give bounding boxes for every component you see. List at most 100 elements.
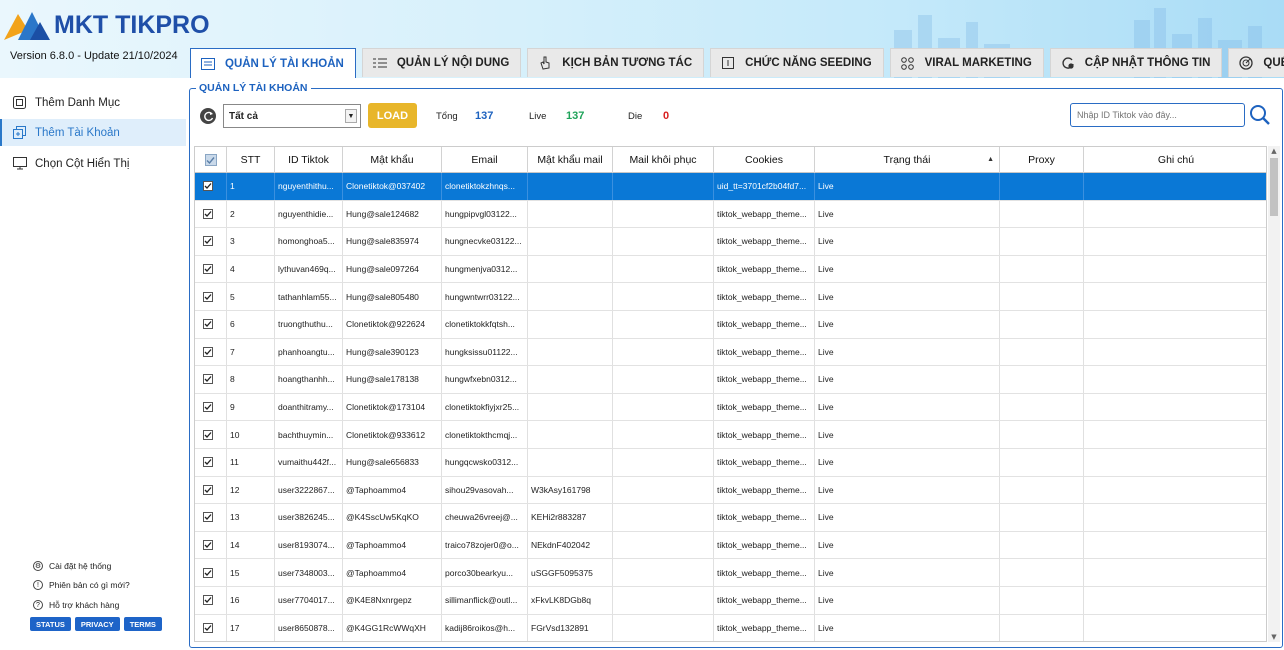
row-checkbox[interactable] xyxy=(203,457,213,468)
chevron-down-icon[interactable]: ▼ xyxy=(345,109,357,123)
cell-checkbox[interactable] xyxy=(195,173,227,200)
row-checkbox[interactable] xyxy=(203,236,213,247)
sidebar-item-add-category[interactable]: Thêm Danh Mục xyxy=(0,89,186,116)
tab-viral-marketing[interactable]: VIRAL MARKETING xyxy=(889,48,1044,77)
cell-checkbox[interactable] xyxy=(195,283,227,310)
header-mail-password[interactable]: Mật khẩu mail xyxy=(528,147,613,173)
sidebar-item-choose-columns[interactable]: Chọn Cột Hiển Thị xyxy=(0,150,186,177)
table-scrollbar[interactable]: ▲ ▼ xyxy=(1268,146,1280,642)
header-stt[interactable]: STT xyxy=(227,147,275,173)
header-id-tiktok[interactable]: ID Tiktok xyxy=(275,147,343,173)
table-row[interactable]: 10 bachthuymin... Clonetiktok@933612 clonet… xyxy=(195,421,1266,449)
tab-update-info[interactable]: CẬP NHẬT THÔNG TIN xyxy=(1049,48,1223,77)
cell-recovery-mail xyxy=(613,449,714,476)
row-checkbox[interactable] xyxy=(203,319,213,330)
search-icon[interactable] xyxy=(1249,104,1271,126)
viral-icon xyxy=(900,55,916,71)
row-checkbox[interactable] xyxy=(203,540,213,551)
checkmark-icon xyxy=(204,404,212,411)
select-all-checkbox[interactable] xyxy=(204,154,217,166)
tab-content-management[interactable]: QUẢN LÝ NỘI DUNG xyxy=(361,48,522,77)
privacy-button[interactable]: PRIVACY xyxy=(74,617,120,631)
table-row[interactable]: 11 vumaithu442f... Hung@sale656833 hungqcws… xyxy=(195,449,1266,477)
status-button[interactable]: STATUS xyxy=(30,617,71,631)
tab-seeding[interactable]: CHỨC NĂNG SEEDING xyxy=(710,48,884,77)
load-button[interactable]: LOAD xyxy=(368,103,417,128)
cell-checkbox[interactable] xyxy=(195,559,227,586)
row-checkbox[interactable] xyxy=(203,429,213,440)
row-checkbox[interactable] xyxy=(203,484,213,495)
row-checkbox[interactable] xyxy=(203,291,213,302)
table-row[interactable]: 6 truongthuthu... Clonetiktok@922624 clonet… xyxy=(195,311,1266,339)
cell-checkbox[interactable] xyxy=(195,476,227,504)
row-checkbox[interactable] xyxy=(203,374,213,385)
table-row[interactable]: 5 tathanhlam55... Hung@sale805480 hungwntwr… xyxy=(195,283,1266,311)
table-row[interactable]: 3 homonghoa5... Hung@sale835974 hungnecvke0… xyxy=(195,228,1266,256)
tab-account-management[interactable]: QUẢN LÝ TÀI KHOẢN xyxy=(190,48,356,78)
header-notes[interactable]: Ghi chú xyxy=(1084,147,1266,173)
row-checkbox[interactable] xyxy=(203,595,213,606)
cell-checkbox[interactable] xyxy=(195,366,227,393)
row-checkbox[interactable] xyxy=(203,512,213,523)
category-select[interactable]: Tất cả ▼ xyxy=(223,104,361,128)
info-icon: ! xyxy=(33,580,43,590)
table-row[interactable]: 8 hoangthanhh... Hung@sale178138 hungwfxebn… xyxy=(195,366,1266,394)
row-checkbox[interactable] xyxy=(203,208,213,219)
scrollbar-thumb[interactable] xyxy=(1270,158,1278,216)
cell-checkbox[interactable] xyxy=(195,449,227,476)
table-row[interactable]: 17 user8650878... @K4GG1RcWWqXH kadij86roik… xyxy=(195,614,1266,641)
table-row[interactable]: 9 doanthitramy... Clonetiktok@173104 clonet… xyxy=(195,393,1266,422)
refresh-button[interactable] xyxy=(200,108,216,124)
header-cookies[interactable]: Cookies xyxy=(714,147,815,173)
scroll-up-icon[interactable]: ▲ xyxy=(1268,146,1280,156)
table-row[interactable]: 12 user3222867... @Taphoammo4 sihou29vasova… xyxy=(195,476,1266,505)
table-row[interactable]: 4 lythuvan469q... Hung@sale097264 hungmenjv… xyxy=(195,255,1266,284)
table-row[interactable]: 7 phanhoangtu... Hung@sale390123 hungksissu… xyxy=(195,338,1266,367)
header-proxy[interactable]: Proxy xyxy=(1000,147,1084,173)
row-checkbox[interactable] xyxy=(203,567,213,578)
header-status[interactable]: Trạng thái ▲ xyxy=(815,147,1000,173)
cell-checkbox[interactable] xyxy=(195,614,227,641)
table-row[interactable]: 2 nguyenthidie... Hung@sale124682 hungpipvg… xyxy=(195,200,1266,229)
tab-scan-data[interactable]: QUÉT DỮ LIỆU xyxy=(1228,48,1284,77)
row-checkbox[interactable] xyxy=(203,181,213,192)
cell-checkbox[interactable] xyxy=(195,255,227,283)
footer-link-whats-new[interactable]: ! Phiên bản có gì mới? xyxy=(33,580,130,590)
header-password[interactable]: Mật khẩu xyxy=(343,147,442,173)
cell-checkbox[interactable] xyxy=(195,200,227,228)
table-row[interactable]: 14 user8193074... @Taphoammo4 traico78zojer… xyxy=(195,531,1266,560)
tab-interaction-script[interactable]: KỊCH BẢN TƯƠNG TÁC xyxy=(527,48,705,77)
cell-checkbox[interactable] xyxy=(195,393,227,421)
row-checkbox[interactable] xyxy=(203,264,213,275)
footer-link-support[interactable]: ? Hỗ trợ khách hàng xyxy=(33,600,119,610)
cell-checkbox[interactable] xyxy=(195,421,227,448)
row-checkbox[interactable] xyxy=(203,622,213,633)
cell-checkbox[interactable] xyxy=(195,338,227,366)
cell-email: hungnecvke03122... xyxy=(442,228,528,255)
tiktok-id-search-input[interactable] xyxy=(1070,103,1245,127)
sidebar-item-add-account[interactable]: Thêm Tài Khoản xyxy=(0,119,186,146)
row-checkbox[interactable] xyxy=(203,402,213,413)
table-row[interactable]: 16 user7704017... @K4E8Nxnrgepz sillimanfli… xyxy=(195,587,1266,615)
cell-checkbox[interactable] xyxy=(195,587,227,614)
cell-email: kadij86roikos@h... xyxy=(442,614,528,641)
cell-checkbox[interactable] xyxy=(195,311,227,338)
row-checkbox[interactable] xyxy=(203,346,213,357)
table-row[interactable]: 13 user3826245... @K4SscUw5KqKO cheuwa26vre… xyxy=(195,504,1266,532)
header-select-all[interactable] xyxy=(195,147,227,173)
table-row[interactable]: 1 nguyenthithu... Clonetiktok@037402 clonet… xyxy=(195,173,1266,201)
cell-checkbox[interactable] xyxy=(195,504,227,531)
header-email[interactable]: Email xyxy=(442,147,528,173)
cell-stt: 4 xyxy=(227,255,275,283)
footer-link-system-settings[interactable]: ⚙ Cài đặt hệ thống xyxy=(33,561,111,571)
terms-button[interactable]: TERMS xyxy=(123,617,162,631)
table-row[interactable]: 15 user7348003... @Taphoammo4 porco30bearky… xyxy=(195,559,1266,587)
die-count: 0 xyxy=(663,110,670,122)
header-recovery-mail[interactable]: Mail khôi phục xyxy=(613,147,714,173)
scroll-down-icon[interactable]: ▼ xyxy=(1268,632,1280,642)
cell-status: Live xyxy=(815,283,1000,310)
cell-checkbox[interactable] xyxy=(195,228,227,255)
cell-checkbox[interactable] xyxy=(195,531,227,559)
cell-recovery-mail xyxy=(613,311,714,338)
cell-recovery-mail xyxy=(613,200,714,228)
